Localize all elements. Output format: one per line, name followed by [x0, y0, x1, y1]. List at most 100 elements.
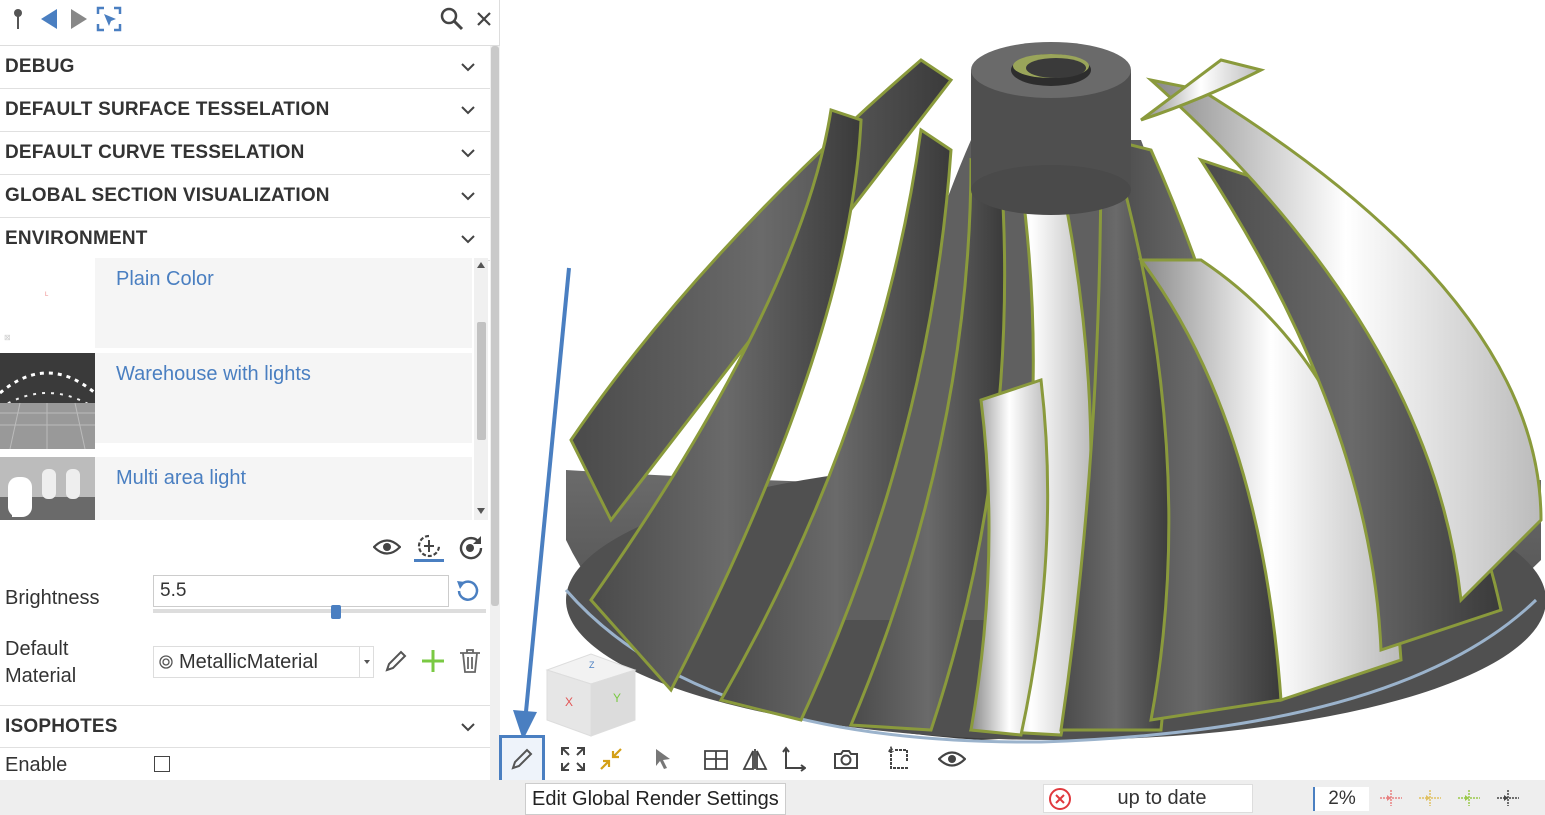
search-icon[interactable]: [439, 6, 465, 32]
chevron-down-icon: [461, 723, 475, 732]
pencil-icon: [385, 650, 407, 672]
forward-arrow-icon[interactable]: [66, 6, 92, 32]
update-status[interactable]: up to date: [1043, 784, 1253, 813]
axes-button[interactable]: [775, 741, 811, 777]
environment-thumbnail: [0, 457, 95, 520]
dimension-icon: [888, 746, 909, 769]
error-circle-icon: [1049, 787, 1071, 810]
environment-label: Multi area light: [116, 467, 247, 489]
screenshot-button[interactable]: [828, 741, 864, 777]
mirror-button[interactable]: [737, 741, 773, 777]
delete-material-button[interactable]: [455, 646, 485, 676]
snap-dark-icon[interactable]: [1497, 790, 1519, 806]
panel-toolbar: [0, 0, 500, 46]
snap-red-icon[interactable]: [1380, 790, 1402, 806]
list-item[interactable]: L ⊠ Plain Color: [0, 258, 472, 354]
3d-viewport[interactable]: X Y Z: [501, 0, 1545, 780]
material-label-second-line: Material: [5, 665, 77, 687]
viewport-toolbar: [495, 735, 995, 783]
chevron-down-icon: [461, 149, 475, 158]
grid-planes-icon: [704, 750, 728, 770]
plus-icon: [422, 650, 444, 672]
edit-material-button[interactable]: [381, 646, 411, 676]
brightness-input[interactable]: [153, 575, 449, 607]
material-label: Default: [5, 638, 69, 660]
properties-panel: DEBUG DEFAULT SURFACE TESSELATION DEFAUL…: [0, 0, 500, 780]
status-text: up to date: [1117, 787, 1207, 809]
environment-thumbnail: [0, 353, 96, 450]
section-curve-tesselation[interactable]: DEFAULT CURVE TESSELATION: [0, 132, 490, 175]
environment-scrollbar[interactable]: [474, 258, 488, 520]
list-item[interactable]: Multi area light: [0, 457, 472, 520]
collapse-icon: [600, 748, 622, 770]
measure-button[interactable]: [881, 741, 917, 777]
section-debug[interactable]: DEBUG: [0, 46, 490, 89]
scrollbar-thumb[interactable]: [477, 322, 486, 440]
mirror-icon: [742, 749, 768, 770]
dropdown-arrow-icon[interactable]: [359, 647, 373, 677]
section-title: ISOPHOTES: [5, 715, 118, 737]
section-title: GLOBAL SECTION VISUALIZATION: [5, 185, 330, 206]
select-mode-button[interactable]: [645, 741, 681, 777]
fit-all-button[interactable]: [555, 741, 591, 777]
brightness-slider-track[interactable]: [153, 609, 486, 613]
close-icon[interactable]: [471, 6, 497, 32]
axes-icon: [782, 746, 806, 772]
environment-thumbnail: L ⊠: [0, 258, 95, 354]
scroll-down-icon[interactable]: [477, 508, 485, 514]
panel-scrollbar[interactable]: [490, 46, 500, 780]
reset-icon: [457, 580, 479, 601]
chevron-down-icon: [461, 192, 475, 201]
visibility-button[interactable]: [934, 741, 970, 777]
pencil-icon: [511, 748, 533, 770]
svg-text:L: L: [45, 292, 49, 298]
scrollbar-thumb[interactable]: [491, 46, 499, 606]
material-select-value: MetallicMaterial: [179, 650, 318, 673]
material-sphere-icon: [159, 655, 173, 669]
section-environment[interactable]: ENVIRONMENT: [0, 218, 490, 261]
back-arrow-icon[interactable]: [36, 6, 62, 32]
pin-icon[interactable]: [5, 6, 31, 32]
snap-yellow-icon[interactable]: [1419, 790, 1441, 806]
isophotes-enable-checkbox[interactable]: [154, 756, 170, 772]
section-isophotes[interactable]: ISOPHOTES: [0, 705, 490, 748]
expand-icon: [561, 747, 585, 771]
edit-global-render-settings-button[interactable]: [499, 735, 545, 783]
select-in-view-icon[interactable]: [96, 6, 122, 32]
section-title: DEBUG: [5, 56, 75, 77]
chevron-down-icon: [461, 63, 475, 72]
section-title: ENVIRONMENT: [5, 228, 148, 249]
isophotes-enable-label: Enable: [5, 754, 68, 776]
section-title: DEFAULT CURVE TESSELATION: [5, 142, 305, 163]
reset-orientation-button[interactable]: [455, 532, 485, 562]
impeller-model[interactable]: [501, 0, 1545, 780]
reset-rotation-icon: [459, 536, 483, 560]
material-select[interactable]: MetallicMaterial: [153, 646, 374, 678]
section-section-visualization[interactable]: GLOBAL SECTION VISUALIZATION: [0, 175, 490, 218]
eye-icon: [938, 751, 966, 767]
brightness-label: Brightness: [5, 587, 100, 609]
chevron-down-icon: [461, 235, 475, 244]
svg-text:⊠: ⊠: [4, 333, 11, 342]
svg-text:Y: Y: [613, 691, 621, 705]
chevron-down-icon: [461, 106, 475, 115]
snap-green-icon[interactable]: [1458, 790, 1480, 806]
camera-icon: [834, 750, 858, 769]
fit-selection-button[interactable]: [593, 741, 629, 777]
visibility-eye-button[interactable]: [372, 532, 402, 562]
section-surface-tesselation[interactable]: DEFAULT SURFACE TESSELATION: [0, 89, 490, 132]
rotate-environment-button[interactable]: [414, 532, 444, 562]
reset-brightness-button[interactable]: [452, 576, 484, 606]
list-item[interactable]: Warehouse with lights: [0, 353, 472, 450]
environment-list: L ⊠ Plain Color Warehouse with lights Mu…: [0, 258, 488, 520]
view-planes-button[interactable]: [698, 741, 734, 777]
brightness-slider-handle[interactable]: [331, 605, 342, 619]
scroll-up-icon[interactable]: [477, 262, 485, 268]
section-title: DEFAULT SURFACE TESSELATION: [5, 99, 330, 120]
environment-label: Warehouse with lights: [116, 363, 311, 385]
add-material-button[interactable]: [418, 646, 448, 676]
zoom-level[interactable]: 2%: [1313, 787, 1369, 811]
cursor-icon: [656, 749, 670, 769]
environment-label: Plain Color: [116, 268, 214, 290]
trash-icon: [460, 649, 480, 673]
